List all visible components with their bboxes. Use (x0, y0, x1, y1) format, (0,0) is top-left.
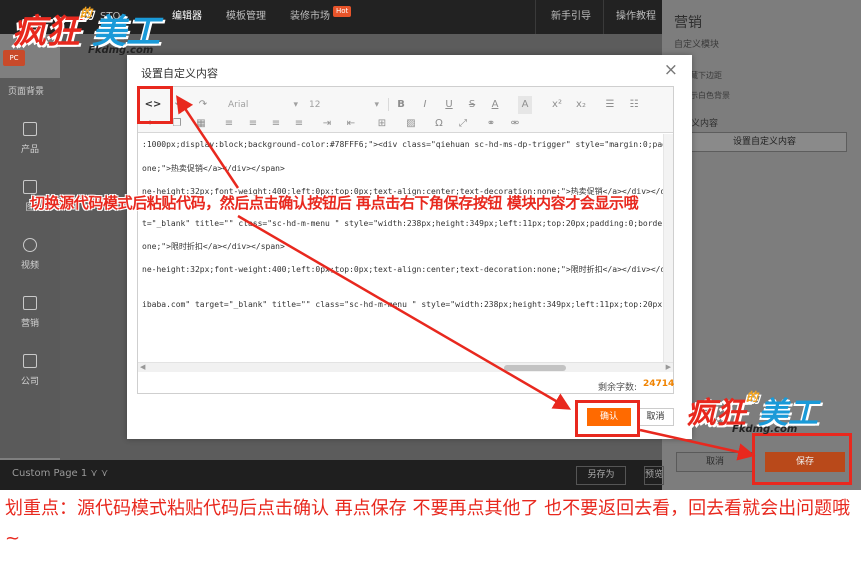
annotation-arrows (176, 95, 756, 461)
arrow-to-source-button (176, 95, 240, 189)
instruction-banner: 切换源代码模式后粘贴代码，然后点击确认按钮后 再点击右下角保存按钮 模块内容才会… (30, 194, 639, 212)
highlight-confirm-button (575, 400, 640, 437)
highlight-source-code-button (137, 86, 173, 124)
arrow-to-confirm-button (237, 214, 572, 410)
key-point-caption: 划重点：源代码模式粘贴代码后点击确认 再点保存 不要再点其他了 也不要返回去看，… (5, 498, 851, 549)
highlight-save-button (752, 433, 852, 485)
watermark-logo: 疯狂的美工 Fkdmg.com (12, 4, 160, 56)
watermark-logo: 疯狂的美工 Fkdmg.com (686, 388, 818, 435)
watermark-url: Fkdmg.com (88, 45, 154, 56)
tutorial-screenshot: STO 编辑器 模板管理 装修市场 Hot 新手引导 操作教程 页面背景 产品 图… (0, 0, 861, 564)
